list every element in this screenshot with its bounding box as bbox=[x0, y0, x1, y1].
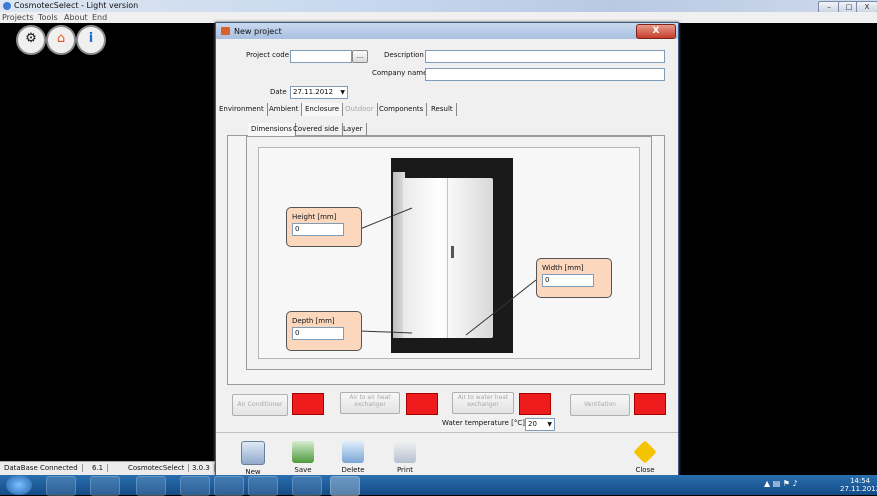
start-orb-icon[interactable] bbox=[6, 475, 32, 495]
air-to-water-button[interactable]: Air to water heat exchanger bbox=[452, 392, 514, 414]
air-conditioner-status bbox=[292, 393, 324, 415]
menu-about[interactable]: About bbox=[64, 13, 88, 22]
tray-icons[interactable]: ▲ ▤ ⚑ ♪ bbox=[764, 479, 798, 488]
status-db: DataBase Connected bbox=[4, 464, 83, 472]
settings-gear-icon[interactable]: ⚙ bbox=[16, 25, 46, 55]
water-temperature-label: Water temperature [°C] bbox=[442, 419, 525, 427]
save-button-label: Save bbox=[294, 466, 312, 474]
ventilation-status bbox=[634, 393, 666, 415]
print-button-label: Print bbox=[396, 466, 414, 474]
taskbar-cosmotec-icon[interactable] bbox=[330, 476, 360, 496]
chevron-down-icon: ▼ bbox=[547, 421, 552, 428]
clock-time: 14:54 bbox=[849, 477, 871, 485]
clock-date: 27.11.2012 bbox=[840, 485, 877, 493]
menu-end[interactable]: End bbox=[92, 13, 107, 22]
menu-tools[interactable]: Tools bbox=[38, 13, 58, 22]
depth-label: Depth [mm] bbox=[292, 317, 335, 325]
taskbar-browser-icon[interactable] bbox=[46, 476, 76, 496]
print-icon bbox=[394, 441, 416, 463]
delete-icon bbox=[342, 441, 364, 463]
info-icon[interactable]: i bbox=[76, 25, 106, 55]
status-version-db: 6.1 bbox=[92, 464, 109, 472]
exit-sign-icon bbox=[633, 440, 657, 464]
air-conditioner-button[interactable]: Air Conditioner bbox=[232, 394, 288, 416]
new-button[interactable]: New bbox=[236, 441, 270, 476]
width-callout: Width [mm] 0 bbox=[536, 258, 612, 298]
save-icon bbox=[292, 441, 314, 463]
height-input[interactable]: 0 bbox=[292, 223, 344, 236]
width-label: Width [mm] bbox=[542, 264, 584, 272]
water-temperature-value: 20 bbox=[528, 420, 537, 428]
app-title-bar: CosmotecSelect - Light version – □ X bbox=[0, 0, 877, 13]
delete-button[interactable]: Delete bbox=[336, 441, 370, 474]
close-button[interactable]: Close bbox=[628, 440, 662, 474]
depth-input[interactable]: 0 bbox=[292, 327, 344, 340]
home-icon[interactable]: ⌂ bbox=[46, 25, 76, 55]
taskbar-folder-icon[interactable] bbox=[90, 476, 120, 496]
status-app-version: 3.0.3 bbox=[192, 464, 215, 472]
width-input[interactable]: 0 bbox=[542, 274, 594, 287]
taskbar-office-icon[interactable] bbox=[248, 476, 278, 496]
status-app-name: CosmotecSelect bbox=[128, 464, 190, 472]
menu-projects[interactable]: Projects bbox=[2, 13, 34, 22]
water-temperature-select[interactable]: 20 ▼ bbox=[525, 418, 555, 431]
taskbar-winrar-icon[interactable] bbox=[292, 476, 322, 496]
save-button[interactable]: Save bbox=[286, 441, 320, 474]
app-icon bbox=[3, 2, 11, 10]
new-project-icon bbox=[241, 441, 265, 465]
height-callout: Height [mm] 0 bbox=[286, 207, 362, 247]
air-to-air-button[interactable]: Air to air heat exchanger bbox=[340, 392, 400, 414]
air-to-water-status bbox=[519, 393, 551, 415]
print-button[interactable]: Print bbox=[388, 441, 422, 474]
height-label: Height [mm] bbox=[292, 213, 337, 221]
status-bar: DataBase Connected 6.1 CosmotecSelect 3.… bbox=[0, 461, 230, 475]
system-clock[interactable]: 14:54 27.11.2012 bbox=[840, 477, 877, 493]
close-button-label: Close bbox=[635, 466, 655, 474]
taskbar-media-icon[interactable] bbox=[180, 476, 210, 496]
depth-callout: Depth [mm] 0 bbox=[286, 311, 362, 351]
taskbar-chrome-icon[interactable] bbox=[214, 476, 244, 496]
air-to-air-status bbox=[406, 393, 438, 415]
divider bbox=[216, 432, 678, 433]
ventilation-button[interactable]: Ventilation bbox=[570, 394, 630, 416]
app-title: CosmotecSelect - Light version bbox=[14, 1, 139, 10]
new-project-dialog: New project X Project code ... Descripti… bbox=[215, 22, 679, 479]
taskbar-app-icon[interactable] bbox=[136, 476, 166, 496]
delete-button-label: Delete bbox=[341, 466, 365, 474]
taskbar: ▲ ▤ ⚑ ♪ 14:54 27.11.2012 bbox=[0, 475, 877, 496]
